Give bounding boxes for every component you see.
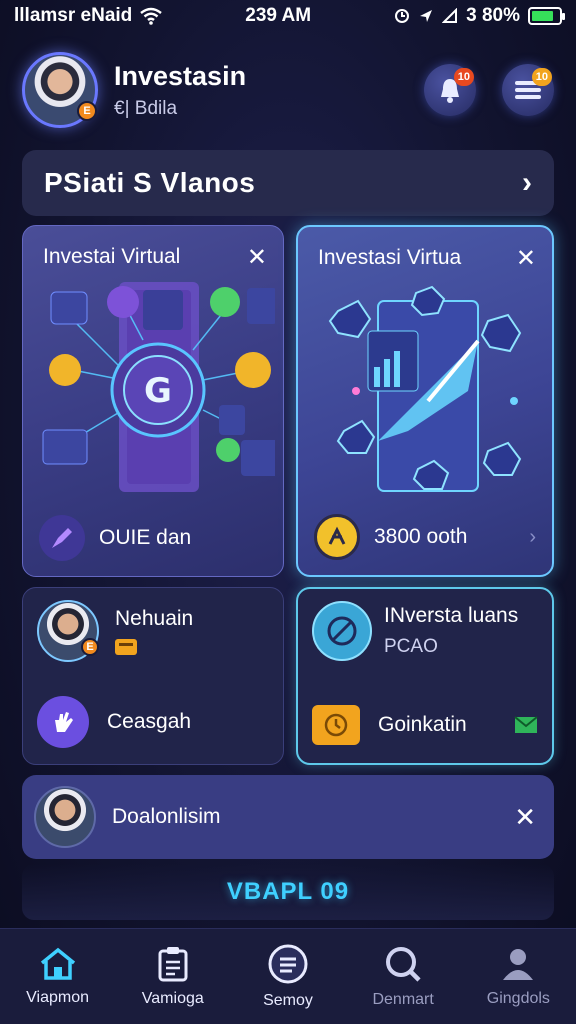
signal-icon (442, 8, 458, 23)
promo-text: VBAPL 09 (226, 878, 350, 905)
clock-text: 239 AM (245, 5, 312, 26)
nav-item-home[interactable]: Viapmon (3, 947, 113, 1007)
virtual-invest-card-1[interactable]: Investai Virtual ✕ G OUIE dan (22, 225, 284, 577)
banner-title: PSiati S Vlanos (44, 167, 256, 198)
target-icon (312, 601, 372, 661)
clipboard-icon (158, 946, 188, 981)
notification-button[interactable]: 10 (424, 64, 476, 116)
card-footer-label: 3800 ooth (374, 525, 468, 548)
investment-title: INversta luans (384, 604, 519, 627)
chevron-right-icon: › (522, 166, 532, 199)
chevron-right-icon: › (529, 525, 536, 548)
nav-item-search[interactable]: Denmart (348, 945, 458, 1009)
avatar-badge: E (77, 101, 97, 121)
menu-button[interactable]: 10 (502, 64, 554, 116)
action-row[interactable]: Goinkatin (312, 705, 538, 745)
action-label: Goinkatin (378, 713, 467, 736)
action-label: Ceasgah (107, 710, 192, 733)
close-icon[interactable]: ✕ (516, 244, 536, 273)
investment-subtitle: PCAO (384, 636, 438, 657)
hand-icon (37, 696, 89, 748)
header: E Investasin €| Bdila 10 10 (22, 46, 554, 134)
header-text: Investasin €| Bdila (114, 61, 246, 120)
coin-stack-icon (312, 705, 360, 745)
profile-icon (503, 948, 534, 980)
growth-illustration (328, 285, 522, 492)
avatar (34, 786, 96, 848)
feature-banner[interactable]: PSiati S Vlanos › (22, 150, 554, 216)
notice-banner[interactable]: Doalonlisim ✕ (22, 775, 554, 859)
wifi-icon (140, 7, 163, 25)
page-title: Investasin (114, 60, 247, 91)
svg-text:G: G (144, 371, 172, 411)
location-icon (420, 10, 433, 22)
nav-item-messages[interactable]: Semoy (233, 944, 343, 1010)
nav-item-profile[interactable]: Gingdols (463, 946, 573, 1008)
card-footer: 3800 ooth › (314, 509, 536, 565)
virtual-invest-card-2[interactable]: Investasi Virtua ✕ 3800 ooth › (296, 225, 554, 577)
close-icon[interactable]: ✕ (514, 802, 536, 833)
search-icon (386, 946, 421, 982)
investment-card[interactable]: INversta luans PCAO Goinkatin (296, 587, 554, 765)
menu-count: 10 (531, 68, 552, 86)
notification-count: 10 (453, 68, 474, 86)
profile-name: Nehuain (115, 607, 194, 630)
card-header: Investai Virtual ✕ (43, 242, 267, 272)
card-footer-label: OUIE dan (99, 526, 192, 549)
battery-level (531, 11, 553, 21)
page-subtitle: €| Bdila (114, 97, 178, 119)
network-illustration: G (42, 282, 275, 492)
nav-item-tasks[interactable]: Vamioga (118, 946, 228, 1008)
action-row[interactable]: Ceasgah (37, 696, 269, 748)
nav-label: Gingdols (486, 989, 550, 1007)
home-icon (40, 947, 75, 980)
battery-icon (527, 7, 565, 25)
avatar-badge: E (81, 638, 99, 656)
card-header: Investasi Virtua ✕ (318, 243, 536, 273)
wallet-icon (115, 639, 137, 655)
card-footer: OUIE dan (39, 510, 267, 566)
coin-icon (314, 514, 360, 560)
alarm-icon (395, 9, 410, 23)
nav-label: Semoy (263, 991, 313, 1009)
card-title: Investasi Virtua (318, 246, 462, 269)
profile-action-card[interactable]: E Nehuain Ceasgah (22, 587, 284, 765)
status-bar: lllamsr eNaid 239 AM 3 80% (0, 0, 576, 32)
profile-text: Nehuain (115, 607, 193, 655)
nav-label: Vamioga (141, 989, 204, 1007)
investment-text: INversta luans PCAO (384, 604, 518, 658)
message-icon (268, 944, 308, 983)
avatar: E (37, 600, 99, 662)
notice-title: Doalonlisim (112, 805, 221, 828)
rocket-icon (39, 515, 85, 561)
battery-percent: 3 80% (466, 5, 520, 26)
promo-strip[interactable]: VBAPL 09 (22, 864, 554, 920)
nav-label: Viapmon (26, 988, 90, 1006)
close-icon[interactable]: ✕ (247, 243, 267, 272)
card-title: Investai Virtual (43, 245, 181, 268)
profile-row: E Nehuain (37, 600, 269, 662)
header-actions: 10 10 (424, 64, 554, 116)
user-avatar[interactable]: E (22, 52, 98, 128)
bottom-nav: Viapmon Vamioga Semoy Denmart Gingdols (0, 928, 576, 1024)
carrier-text: lllamsr eNaid (14, 5, 133, 26)
mail-icon (514, 716, 538, 733)
nav-label: Denmart (372, 990, 434, 1008)
investment-row: INversta luans PCAO (312, 601, 538, 661)
